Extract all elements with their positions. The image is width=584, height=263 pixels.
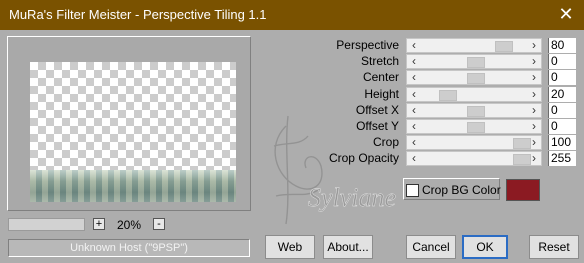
chevron-left-icon[interactable]: ‹ [408, 120, 420, 133]
slider-label-perspective: Perspective [336, 38, 399, 52]
ok-button[interactable]: OK [462, 235, 508, 259]
slider-label-stretch: Stretch [360, 54, 399, 68]
web-button[interactable]: Web [265, 235, 315, 259]
chevron-left-icon[interactable]: ‹ [408, 136, 420, 149]
crop-bg-checkbox[interactable] [406, 184, 419, 197]
zoom-value: 20% [117, 218, 142, 232]
crop-bg-color-swatch[interactable] [506, 179, 540, 201]
slider-label-crop-opacity: Crop Opacity [328, 151, 399, 165]
slider-height[interactable]: ‹ › [406, 87, 542, 102]
slider-label-center: Center [362, 70, 399, 84]
slider-thumb[interactable] [467, 106, 485, 117]
value-field-offset-x[interactable]: 0 [548, 103, 576, 118]
crop-bg-label: Crop BG Color [422, 183, 501, 197]
window-title: MuRa's Filter Meister - Perspective Tili… [9, 7, 267, 22]
value-field-center[interactable]: 0 [548, 70, 576, 85]
chevron-right-icon[interactable]: › [528, 39, 540, 52]
watermark-text: Sylviane [308, 183, 396, 212]
slider-offset-y[interactable]: ‹ › [406, 119, 542, 134]
chevron-left-icon[interactable]: ‹ [408, 152, 420, 165]
chevron-left-icon[interactable]: ‹ [408, 39, 420, 52]
zoom-in-button[interactable]: + [93, 218, 105, 230]
preview-image[interactable] [30, 62, 236, 202]
slider-crop-opacity[interactable]: ‹ › [406, 151, 542, 166]
dialog-body: + 20% - Unknown Host ("9PSP") Sylviane P… [0, 30, 584, 263]
value-field-offset-y[interactable]: 0 [548, 119, 576, 134]
slider-offset-x[interactable]: ‹ › [406, 103, 542, 118]
title-bar: MuRa's Filter Meister - Perspective Tili… [0, 0, 584, 30]
close-button[interactable]: ✕ [555, 4, 577, 24]
preview-frame [7, 36, 251, 211]
perspective-floor [30, 170, 236, 202]
slider-label-crop: Crop [372, 135, 399, 149]
slider-center[interactable]: ‹ › [406, 70, 542, 85]
value-field-stretch[interactable]: 0 [548, 54, 576, 69]
value-field-crop-opacity[interactable]: 255 [548, 151, 576, 166]
slider-thumb[interactable] [495, 41, 513, 52]
chevron-left-icon[interactable]: ‹ [408, 88, 420, 101]
slider-thumb[interactable] [467, 122, 485, 133]
chevron-right-icon[interactable]: › [528, 104, 540, 117]
chevron-right-icon[interactable]: › [528, 136, 540, 149]
chevron-right-icon[interactable]: › [528, 55, 540, 68]
chevron-left-icon[interactable]: ‹ [408, 104, 420, 117]
slider-thumb[interactable] [467, 57, 485, 68]
zoom-out-button[interactable]: - [153, 218, 165, 230]
chevron-right-icon[interactable]: › [528, 88, 540, 101]
slider-label-height: Height [364, 87, 399, 101]
slider-stretch[interactable]: ‹ › [406, 54, 542, 69]
slider-crop[interactable]: ‹ › [406, 135, 542, 150]
chevron-left-icon[interactable]: ‹ [408, 55, 420, 68]
zoom-slider[interactable] [8, 218, 85, 231]
cancel-button[interactable]: Cancel [406, 235, 456, 259]
value-field-height[interactable]: 20 [548, 87, 576, 102]
reset-button[interactable]: Reset [529, 235, 579, 259]
value-field-crop[interactable]: 100 [548, 135, 576, 150]
host-status: Unknown Host ("9PSP") [8, 239, 250, 257]
about-button[interactable]: About... [323, 235, 373, 259]
slider-thumb[interactable] [467, 73, 485, 84]
slider-perspective[interactable]: ‹ › [406, 38, 542, 53]
slider-thumb[interactable] [439, 90, 457, 101]
chevron-right-icon[interactable]: › [528, 120, 540, 133]
chevron-right-icon[interactable]: › [528, 152, 540, 165]
slider-label-offset-y: Offset Y [356, 119, 399, 133]
chevron-left-icon[interactable]: ‹ [408, 71, 420, 84]
value-field-perspective[interactable]: 80 [548, 38, 576, 53]
chevron-right-icon[interactable]: › [528, 71, 540, 84]
slider-label-offset-x: Offset X [355, 103, 399, 117]
